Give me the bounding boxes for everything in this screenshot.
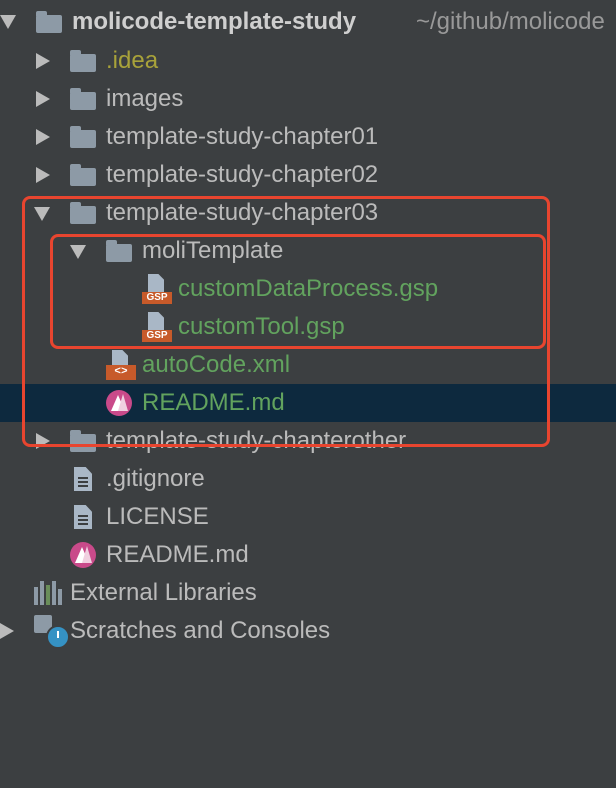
folder-label-images: images [106, 85, 184, 112]
file-label-autocode: autoCode.xml [142, 351, 291, 378]
folder-label-idea: .idea [106, 47, 159, 74]
tree-row-images[interactable]: images [0, 80, 616, 118]
tree-row-gitignore[interactable]: .gitignore [0, 460, 616, 498]
label-external-libraries: External Libraries [70, 579, 257, 606]
collapse-arrow-icon[interactable] [34, 207, 50, 221]
project-tree: molicode-template-study ~/github/molicod… [0, 0, 616, 788]
tree-row-project-root[interactable]: molicode-template-study ~/github/molicod… [0, 3, 616, 41]
expand-arrow-icon[interactable] [0, 623, 14, 639]
expand-arrow-icon[interactable] [36, 53, 50, 69]
file-label-readme-root: README.md [106, 541, 249, 568]
folder-icon [70, 126, 96, 148]
folder-label-chapter03: template-study-chapter03 [106, 199, 379, 226]
folder-icon [106, 240, 132, 262]
project-name: molicode-template-study [72, 8, 357, 35]
gsp-file-icon: GSP [142, 312, 172, 342]
expand-arrow-icon[interactable] [36, 91, 50, 107]
gsp-file-icon: GSP [142, 274, 172, 304]
expand-arrow-icon[interactable] [36, 167, 50, 183]
file-label-customtool: customTool.gsp [178, 313, 345, 340]
tree-row-scratches[interactable]: Scratches and Consoles [0, 612, 616, 650]
tree-row-customtool[interactable]: GSP customTool.gsp [0, 308, 616, 346]
markdown-file-icon [106, 390, 132, 416]
tree-row-molitemplate[interactable]: moliTemplate [0, 232, 616, 270]
folder-icon [70, 50, 96, 72]
xml-badge: <> [106, 365, 136, 380]
module-folder-icon [36, 11, 62, 33]
folder-icon [70, 202, 96, 224]
file-label-license: LICENSE [106, 503, 209, 530]
folder-label-molitemplate: moliTemplate [142, 237, 284, 264]
folder-label-chapter01: template-study-chapter01 [106, 123, 379, 150]
gsp-badge: GSP [142, 330, 172, 342]
scratches-icon [34, 615, 70, 649]
collapse-arrow-icon[interactable] [0, 15, 16, 29]
folder-icon [70, 430, 96, 452]
project-path: ~/github/molicode [416, 8, 605, 35]
xml-file-icon: <> [106, 350, 136, 380]
tree-row-readme-chapter03[interactable]: README.md [0, 384, 616, 422]
gsp-badge: GSP [142, 292, 172, 304]
label-scratches: Scratches and Consoles [70, 617, 331, 644]
markdown-file-icon [70, 542, 96, 568]
text-file-icon [74, 505, 92, 529]
tree-row-chapter03[interactable]: template-study-chapter03 [0, 194, 616, 232]
file-label-readme-chapter03: README.md [142, 389, 285, 416]
tree-row-external-libraries[interactable]: External Libraries [0, 574, 616, 612]
expand-arrow-icon[interactable] [36, 129, 50, 145]
folder-icon [70, 164, 96, 186]
file-label-gitignore: .gitignore [106, 465, 205, 492]
text-file-icon [74, 467, 92, 491]
tree-row-idea[interactable]: .idea [0, 42, 616, 80]
tree-row-license[interactable]: LICENSE [0, 498, 616, 536]
folder-label-chapterother: template-study-chapterother [106, 427, 407, 454]
external-libraries-icon [34, 581, 64, 605]
collapse-arrow-icon[interactable] [70, 245, 86, 259]
folder-label-chapter02: template-study-chapter02 [106, 161, 379, 188]
tree-row-autocode[interactable]: <> autoCode.xml [0, 346, 616, 384]
tree-row-chapter02[interactable]: template-study-chapter02 [0, 156, 616, 194]
folder-icon [70, 88, 96, 110]
tree-row-readme-root[interactable]: README.md [0, 536, 616, 574]
tree-row-chapter01[interactable]: template-study-chapter01 [0, 118, 616, 156]
file-label-customdataprocess: customDataProcess.gsp [178, 275, 439, 302]
expand-arrow-icon[interactable] [36, 433, 50, 449]
tree-row-customdataprocess[interactable]: GSP customDataProcess.gsp [0, 270, 616, 308]
tree-row-chapterother[interactable]: template-study-chapterother [0, 422, 616, 460]
